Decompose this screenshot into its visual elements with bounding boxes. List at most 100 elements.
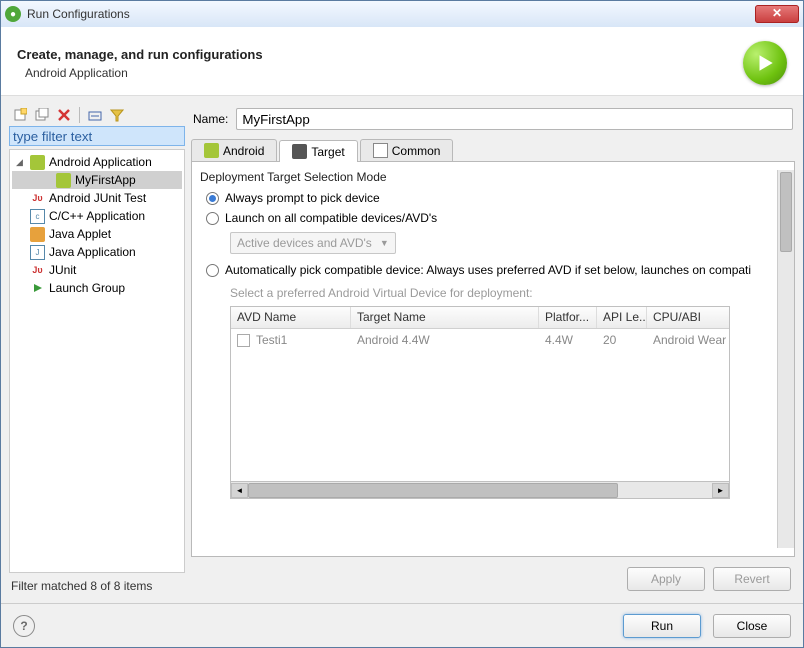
tree-label: MyFirstApp: [75, 173, 136, 187]
c-app-icon: c: [30, 209, 45, 224]
tab-android[interactable]: Android: [191, 139, 277, 161]
table-header: AVD Name Target Name Platfor... API Le..…: [231, 307, 729, 329]
radio-icon[interactable]: [206, 212, 219, 225]
horizontal-scrollbar[interactable]: ◄ ►: [230, 482, 730, 499]
applet-icon: [30, 227, 45, 242]
header-subtitle: Android Application: [25, 66, 743, 80]
radio-label: Launch on all compatible devices/AVD's: [225, 211, 437, 225]
target-tab-icon: [292, 144, 307, 159]
run-button[interactable]: Run: [623, 614, 701, 638]
app-icon: ●: [5, 6, 21, 22]
android-tab-icon: [204, 143, 219, 158]
tree-item-myfirstapp[interactable]: MyFirstApp: [12, 171, 182, 189]
close-dialog-button[interactable]: Close: [713, 614, 791, 638]
radio-icon[interactable]: [206, 192, 219, 205]
avd-table[interactable]: AVD Name Target Name Platfor... API Le..…: [230, 306, 730, 482]
th-target[interactable]: Target Name: [351, 307, 539, 328]
radio-prompt[interactable]: Always prompt to pick device: [206, 188, 777, 208]
run-config-dialog: ● Run Configurations ✕ Create, manage, a…: [0, 0, 804, 648]
dialog-header: Create, manage, and run configurations A…: [1, 27, 803, 96]
avd-hint: Select a preferred Android Virtual Devic…: [230, 286, 777, 300]
cell-avd: Testi1: [256, 333, 287, 347]
tree-item-junit[interactable]: Jυ JUnit: [12, 261, 182, 279]
chevron-down-icon: ▼: [380, 238, 389, 248]
dialog-footer: ? Run Close: [1, 603, 803, 647]
tree-item-android-application[interactable]: ◢ Android Application: [12, 153, 182, 171]
tree-label: Java Applet: [49, 227, 111, 241]
combo-value: Active devices and AVD's: [237, 236, 372, 250]
content-area: ◢ Android Application MyFirstApp Jυ Andr…: [1, 96, 803, 603]
table-row[interactable]: Testi1 Android 4.4W 4.4W 20 Android Wear…: [231, 329, 729, 351]
launch-group-icon: [30, 281, 45, 296]
junit-icon: Jυ: [30, 263, 45, 278]
tree-item-c-app[interactable]: c C/C++ Application: [12, 207, 182, 225]
right-pane: Name: Android Target Common: [191, 104, 795, 595]
collapse-all-icon[interactable]: [86, 106, 104, 124]
th-cpu[interactable]: CPU/ABI: [647, 307, 729, 328]
tree-label: Android Application: [49, 155, 152, 169]
radio-auto[interactable]: Automatically pick compatible device: Al…: [206, 260, 777, 280]
tree-label: C/C++ Application: [49, 209, 145, 223]
tab-content: Deployment Target Selection Mode Always …: [191, 162, 795, 557]
radio-label: Always prompt to pick device: [225, 191, 380, 205]
scroll-right-icon[interactable]: ►: [712, 483, 729, 498]
tree-item-java-applet[interactable]: Java Applet: [12, 225, 182, 243]
tree-item-java-app[interactable]: J Java Application: [12, 243, 182, 261]
titlebar[interactable]: ● Run Configurations ✕: [1, 1, 803, 27]
row-checkbox[interactable]: [237, 334, 250, 347]
duplicate-icon[interactable]: [33, 106, 51, 124]
group-title: Deployment Target Selection Mode: [200, 170, 777, 184]
scroll-left-icon[interactable]: ◄: [231, 483, 248, 498]
junit-android-icon: Jυ: [30, 191, 45, 206]
vertical-scrollbar[interactable]: [777, 170, 794, 548]
config-toolbar: [9, 104, 185, 126]
tree-label: Android JUnit Test: [49, 191, 146, 205]
left-pane: ◢ Android Application MyFirstApp Jυ Andr…: [9, 104, 185, 595]
tree-item-android-junit[interactable]: Jυ Android JUnit Test: [12, 189, 182, 207]
radio-icon[interactable]: [206, 264, 219, 277]
scroll-thumb[interactable]: [780, 172, 792, 252]
filter-icon[interactable]: [108, 106, 126, 124]
tab-label: Target: [311, 145, 344, 159]
th-api[interactable]: API Le...: [597, 307, 647, 328]
th-avd[interactable]: AVD Name: [231, 307, 351, 328]
run-icon: [743, 41, 787, 85]
header-title: Create, manage, and run configurations: [17, 47, 743, 62]
window-title: Run Configurations: [27, 7, 755, 21]
close-button[interactable]: ✕: [755, 5, 799, 23]
radio-label: Automatically pick compatible device: Al…: [225, 263, 751, 277]
tab-target[interactable]: Target: [279, 140, 357, 162]
android-config-icon: [56, 173, 71, 188]
android-icon: [30, 155, 45, 170]
tab-common[interactable]: Common: [360, 139, 454, 161]
apply-button: Apply: [627, 567, 705, 591]
java-app-icon: J: [30, 245, 45, 260]
name-label: Name:: [193, 112, 228, 126]
tab-label: Android: [223, 144, 264, 158]
tree-label: JUnit: [49, 263, 76, 277]
tree-label: Java Application: [49, 245, 136, 259]
toolbar-separator: [79, 107, 80, 123]
filter-status: Filter matched 8 of 8 items: [9, 573, 185, 595]
cell-target: Android 4.4W: [351, 331, 539, 349]
common-tab-icon: [373, 143, 388, 158]
tree-item-launch-group[interactable]: Launch Group: [12, 279, 182, 297]
cell-api: 20: [597, 331, 647, 349]
tab-label: Common: [392, 144, 441, 158]
help-icon[interactable]: ?: [13, 615, 35, 637]
apply-revert-row: Apply Revert: [191, 557, 795, 595]
new-config-icon[interactable]: [11, 106, 29, 124]
cell-cpu: Android Wear ARM: [647, 331, 729, 349]
name-input[interactable]: [236, 108, 793, 130]
scroll-thumb[interactable]: [248, 483, 618, 498]
cell-platform: 4.4W: [539, 331, 597, 349]
tab-bar: Android Target Common: [191, 138, 795, 162]
th-platform[interactable]: Platfor...: [539, 307, 597, 328]
filter-input[interactable]: [9, 126, 185, 146]
expand-toggle-icon[interactable]: ◢: [16, 157, 26, 168]
devices-combo: Active devices and AVD's ▼: [230, 232, 396, 254]
config-tree[interactable]: ◢ Android Application MyFirstApp Jυ Andr…: [9, 149, 185, 573]
revert-button: Revert: [713, 567, 791, 591]
delete-icon[interactable]: [55, 106, 73, 124]
radio-all-devices[interactable]: Launch on all compatible devices/AVD's: [206, 208, 777, 228]
